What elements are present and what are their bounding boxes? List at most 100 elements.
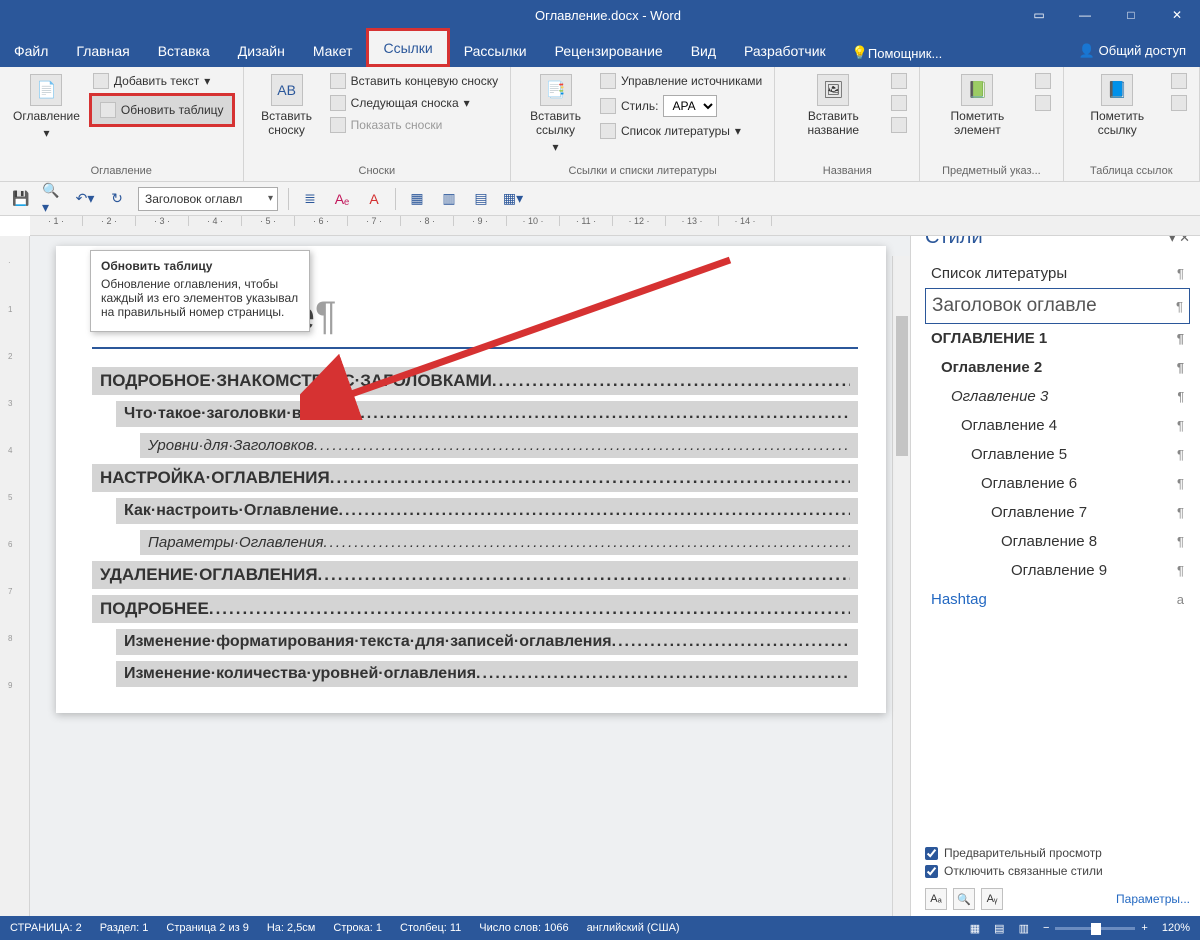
tab-design[interactable]: Дизайн bbox=[224, 34, 299, 67]
tab-home[interactable]: Главная bbox=[62, 34, 143, 67]
caption-extra-2[interactable] bbox=[887, 93, 911, 113]
citation-style[interactable]: Стиль: APA bbox=[596, 93, 766, 119]
document-area[interactable]: Оглавление¶ ПОДРОБНОЕ·ЗНАКОМСТВО·С·ЗАГОЛ… bbox=[30, 236, 910, 916]
tooltip-title: Обновить таблицу bbox=[101, 259, 299, 273]
disable-linked-checkbox[interactable]: Отключить связанные стили bbox=[925, 862, 1190, 880]
index-extra-2[interactable] bbox=[1031, 93, 1055, 113]
index-extra-1[interactable] bbox=[1031, 71, 1055, 91]
view-read-icon[interactable]: ▤ bbox=[994, 922, 1004, 935]
tab-review[interactable]: Рецензирование bbox=[541, 34, 677, 67]
style-select[interactable]: APA bbox=[663, 95, 717, 117]
insert-endnote-button[interactable]: Вставить концевую сноску bbox=[326, 71, 502, 91]
manage-styles-button[interactable]: Aᵧ bbox=[981, 888, 1003, 910]
mark-citation-button[interactable]: 📘 Пометить ссылку bbox=[1072, 71, 1163, 140]
style-item[interactable]: Оглавление 7¶ bbox=[925, 498, 1190, 527]
style-item[interactable]: Оглавление 9¶ bbox=[925, 556, 1190, 585]
qat-btn-5[interactable]: ▥ bbox=[438, 188, 460, 210]
add-text-icon bbox=[93, 73, 109, 89]
sb-section[interactable]: Раздел: 1 bbox=[100, 922, 149, 934]
toc-entry[interactable]: Параметры·Оглавления ...................… bbox=[140, 530, 858, 555]
tab-layout[interactable]: Макет bbox=[299, 34, 367, 67]
preview-checkbox[interactable]: Предварительный просмотр bbox=[925, 844, 1190, 862]
update-toc-button[interactable]: Обновить таблицу bbox=[89, 93, 235, 127]
ribbon-options-icon[interactable]: ▭ bbox=[1016, 0, 1062, 30]
toc-entry[interactable]: НАСТРОЙКА·ОГЛАВЛЕНИЯ ...................… bbox=[92, 464, 858, 492]
style-item[interactable]: Список литературы¶ bbox=[925, 259, 1190, 288]
styles-options-link[interactable]: Параметры... bbox=[1116, 892, 1190, 906]
qat-btn-6[interactable]: ▤ bbox=[470, 188, 492, 210]
style-item[interactable]: Оглавление 3¶ bbox=[925, 382, 1190, 411]
new-style-button[interactable]: Aₐ bbox=[925, 888, 947, 910]
tab-references[interactable]: Ссылки bbox=[366, 28, 449, 67]
sb-at[interactable]: На: 2,5см bbox=[267, 922, 316, 934]
caption-extra-1[interactable] bbox=[887, 71, 911, 91]
qat-btn-7[interactable]: ▦▾ bbox=[502, 188, 524, 210]
toc-entry[interactable]: УДАЛЕНИЕ·ОГЛАВЛЕНИЯ ....................… bbox=[92, 561, 858, 589]
toc-button[interactable]: 📄 Оглавление▾ bbox=[8, 71, 85, 143]
vertical-ruler[interactable]: ·123456789 bbox=[0, 236, 30, 916]
toc-entry[interactable]: Как·настроить·Оглавление ...............… bbox=[116, 498, 858, 524]
zoom-slider[interactable]: − + bbox=[1043, 922, 1148, 934]
bibliography-button[interactable]: Список литературы ▾ bbox=[596, 121, 766, 141]
style-item[interactable]: Hashtaga bbox=[925, 585, 1190, 614]
undo-button[interactable]: ↶▾ bbox=[74, 188, 96, 210]
close-button[interactable]: ✕ bbox=[1154, 0, 1200, 30]
caption-extra-3[interactable] bbox=[887, 115, 911, 135]
style-item[interactable]: Оглавление 2¶ bbox=[925, 353, 1190, 382]
tab-insert[interactable]: Вставка bbox=[144, 34, 224, 67]
mark-entry-button[interactable]: 📗 Пометить элемент bbox=[928, 71, 1026, 140]
insert-caption-button[interactable]: 🖼 Вставить название bbox=[783, 71, 883, 140]
share-button[interactable]: 👤 Общий доступ bbox=[1065, 35, 1200, 67]
maximize-button[interactable]: □ bbox=[1108, 0, 1154, 30]
style-label: Стиль: bbox=[621, 99, 658, 113]
sb-words[interactable]: Число слов: 1066 bbox=[479, 922, 568, 934]
tab-file[interactable]: Файл bbox=[0, 34, 62, 67]
tell-me[interactable]: 💡 Помощник... bbox=[840, 45, 955, 67]
insert-citation-label: Вставить ссылку bbox=[524, 109, 587, 137]
view-web-icon[interactable]: ▥ bbox=[1019, 922, 1029, 935]
next-footnote-button[interactable]: Следующая сноска ▾ bbox=[326, 93, 502, 113]
style-selector[interactable]: Заголовок оглавл bbox=[138, 187, 278, 211]
style-item[interactable]: Оглавление 6¶ bbox=[925, 469, 1190, 498]
scrollbar-thumb[interactable] bbox=[896, 316, 908, 456]
style-item[interactable]: ОГЛАВЛЕНИЕ 1¶ bbox=[925, 324, 1190, 353]
tab-view[interactable]: Вид bbox=[677, 34, 730, 67]
save-button[interactable]: 💾 bbox=[10, 188, 32, 210]
tab-mailings[interactable]: Рассылки bbox=[450, 34, 541, 67]
toc-entry[interactable]: Изменение·форматирования·текста·для·запи… bbox=[116, 629, 858, 655]
toa-extra-2[interactable] bbox=[1167, 93, 1191, 113]
style-item[interactable]: Заголовок оглавле¶ bbox=[925, 288, 1190, 324]
style-item[interactable]: Оглавление 4¶ bbox=[925, 411, 1190, 440]
toc-entry[interactable]: Изменение·количества·уровней·оглавления … bbox=[116, 661, 858, 687]
minimize-button[interactable]: — bbox=[1062, 0, 1108, 30]
sb-row[interactable]: Строка: 1 bbox=[333, 922, 382, 934]
qat-btn-2[interactable]: Aₑ bbox=[331, 188, 353, 210]
qat-btn-4[interactable]: ▦ bbox=[406, 188, 428, 210]
insert-citation-button[interactable]: 📑 Вставить ссылку▾ bbox=[519, 71, 592, 157]
show-footnotes-button[interactable]: Показать сноски bbox=[326, 115, 502, 135]
toc-entry[interactable]: Что·такое·заголовки·в·Word .............… bbox=[116, 401, 858, 427]
style-item[interactable]: Оглавление 5¶ bbox=[925, 440, 1190, 469]
sb-page[interactable]: СТРАНИЦА: 2 bbox=[10, 922, 82, 934]
manage-sources-button[interactable]: Управление источниками bbox=[596, 71, 766, 91]
sb-lang[interactable]: английский (США) bbox=[587, 922, 680, 934]
qat-btn-3[interactable]: A bbox=[363, 188, 385, 210]
toa-extra-1[interactable] bbox=[1167, 71, 1191, 91]
insert-footnote-button[interactable]: AB Вставить сноску bbox=[252, 71, 322, 140]
zoom-value[interactable]: 120% bbox=[1162, 922, 1190, 934]
style-item[interactable]: Оглавление 8¶ bbox=[925, 527, 1190, 556]
toc-entry[interactable]: ПОДРОБНОЕ·ЗНАКОМСТВО·С·ЗАГОЛОВКАМИ .....… bbox=[92, 367, 858, 395]
horizontal-ruler[interactable]: · 1 ·· 2 ·· 3 ·· 4 ·· 5 ·· 6 ·· 7 ·· 8 ·… bbox=[30, 216, 1200, 236]
tab-developer[interactable]: Разработчик bbox=[730, 34, 840, 67]
view-print-icon[interactable]: ▦ bbox=[970, 922, 980, 935]
sb-pageof[interactable]: Страница 2 из 9 bbox=[166, 922, 248, 934]
vertical-scrollbar[interactable] bbox=[892, 256, 910, 916]
redo-button[interactable]: ↻ bbox=[106, 188, 128, 210]
sb-col[interactable]: Столбец: 11 bbox=[400, 922, 461, 934]
style-inspector-button[interactable]: 🔍 bbox=[953, 888, 975, 910]
qat-btn-1[interactable]: ≣ bbox=[299, 188, 321, 210]
toc-entry[interactable]: ПОДРОБНЕЕ ..............................… bbox=[92, 595, 858, 623]
add-text-button[interactable]: Добавить текст ▾ bbox=[89, 71, 235, 91]
xray-button[interactable]: 🔍▾ bbox=[42, 188, 64, 210]
toc-entry[interactable]: Уровни·для·Заголовков ..................… bbox=[140, 433, 858, 458]
